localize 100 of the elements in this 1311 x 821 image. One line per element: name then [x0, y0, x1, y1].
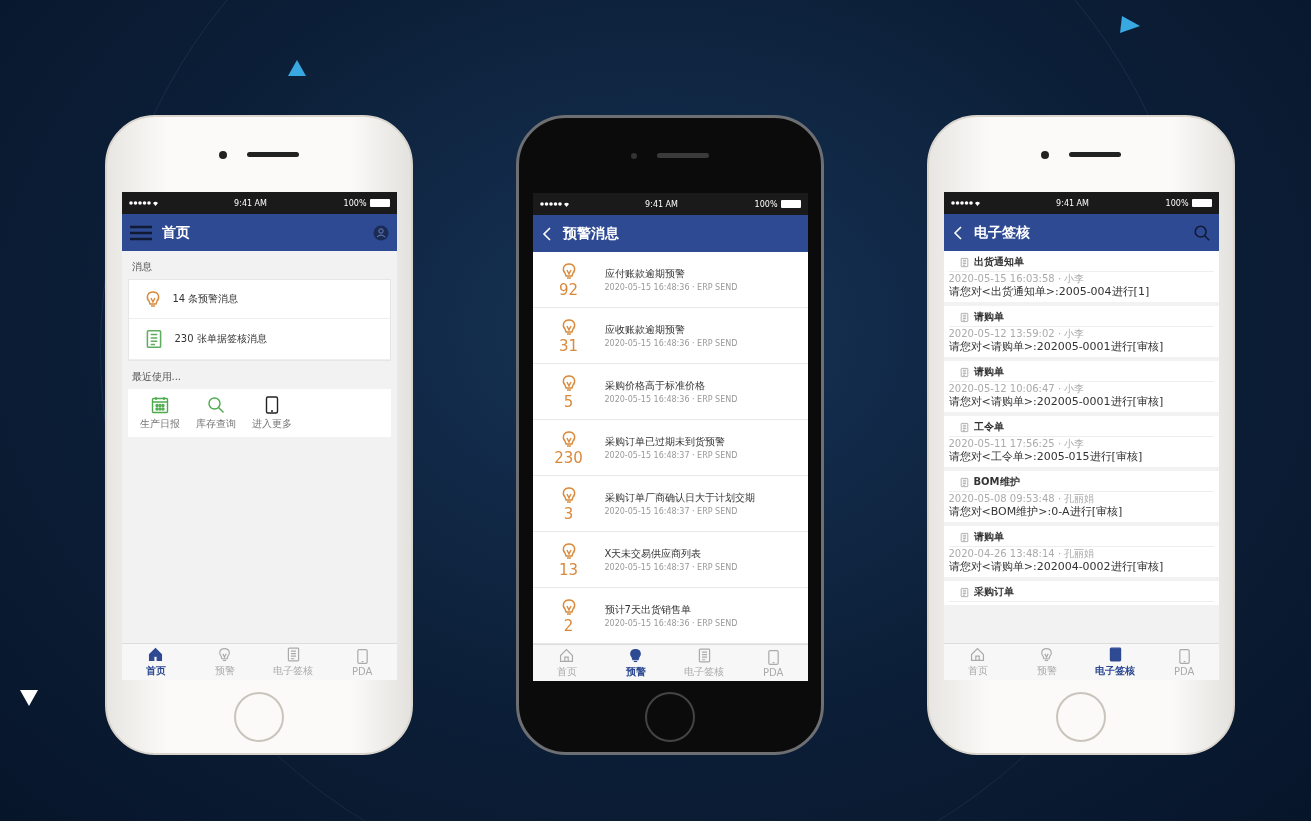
approval-text: 请您对<请购单>:202005-0001进行[审核] [948, 395, 1165, 409]
tab-button[interactable]: 电子签核 [1081, 644, 1150, 680]
approval-text: 请您对<请购单>:202005-0001进行[审核] [948, 340, 1165, 354]
document-icon [958, 311, 970, 323]
battery-percent: 100% [754, 199, 778, 209]
camera-dot [631, 152, 637, 159]
page-title: 电子签核 [973, 223, 1031, 242]
alert-meta: 2020-05-15 16:48:37 · ERP SEND [604, 507, 739, 516]
back-icon[interactable] [951, 224, 964, 241]
alert-count: 3 [563, 504, 574, 523]
alert-meta: 2020-05-15 16:48:36 · ERP SEND [604, 283, 738, 292]
tab-button[interactable]: 首页 [121, 644, 191, 680]
approval-text: 请您对<出货通知单>:2005-004进行[1] [948, 285, 1151, 299]
shortcut-button[interactable]: 库存查询 [195, 395, 236, 431]
document-icon [958, 421, 970, 433]
approval-text: 请您对<工令单>:2005-015进行[审核] [948, 450, 1144, 464]
alert-meta: 2020-05-15 16:48:37 · ERP SEND [604, 451, 738, 460]
alert-title: 采购订单厂商确认日大于计划交期 [604, 491, 755, 505]
camera-dot [1041, 150, 1049, 159]
speaker-slot [657, 153, 709, 158]
approval-card[interactable]: 请购单 2020-04-26 13:48:14 · 孔丽娟 请您对<请购单>:202004-0002进行[审核] [943, 526, 1219, 577]
document-type: 请购单 [973, 310, 1004, 324]
triangle-decoration [1120, 16, 1140, 33]
document-type: 工令单 [973, 420, 1004, 434]
alert-title: 预计7天出货销售单 [604, 603, 692, 617]
alert-title: 采购价格高于标准价格 [604, 379, 706, 393]
alert-row[interactable]: 13 X天未交易供应商列表 2020-05-15 16:48:37 · ERP SEND [532, 532, 808, 588]
alert-count: 92 [558, 280, 579, 299]
signal-icon [127, 199, 158, 207]
status-time: 9:41 AM [234, 198, 267, 208]
document-icon [958, 586, 970, 598]
alert-count: 230 [554, 448, 583, 467]
home-icon [969, 646, 987, 663]
tab-button[interactable]: 预警 [601, 645, 670, 681]
battery-percent: 100% [1165, 198, 1189, 208]
home-icon [558, 647, 576, 664]
approval-card[interactable]: 请购单 2020-05-12 10:06:47 · 小李 请您对<请购单>:202005-0001进行[审核] [943, 361, 1219, 412]
approval-meta: 2020-05-12 10:06:47 · 小李 [948, 383, 1086, 395]
triangle-decoration [288, 60, 306, 76]
approval-meta: 2020-04-26 13:48:14 · 孔丽娟 [948, 548, 1096, 560]
document-icon [958, 256, 970, 268]
alert-title: 采购订单已过期未到货预警 [604, 435, 726, 449]
speaker-slot [1069, 152, 1121, 157]
status-time: 9:41 AM [645, 199, 678, 209]
alert-meta: 2020-05-15 16:48:36 · ERP SEND [604, 339, 738, 348]
battery-percent: 100% [343, 198, 367, 208]
alert-title: 应收账款逾期预警 [604, 323, 686, 337]
approval-card[interactable]: 工令单 2020-05-11 17:56:25 · 小李 请您对<工令单>:2005-015进行[审核] [943, 416, 1219, 467]
signal-icon [538, 200, 569, 208]
battery-icon [781, 200, 802, 208]
signal-icon [949, 199, 980, 207]
alert-count: 31 [558, 336, 579, 355]
alert-title: 应付账款逾期预警 [604, 267, 686, 281]
search-icon[interactable] [1192, 223, 1211, 242]
shortcut-button[interactable]: 生产日报 [139, 395, 180, 431]
alert-title: X天未交易供应商列表 [604, 547, 703, 561]
home-button[interactable] [645, 691, 695, 742]
approval-text: 请您对<请购单>:202004-0002进行[审核] [948, 560, 1165, 574]
alert-meta: 2020-05-15 16:48:36 · ERP SEND [604, 395, 738, 404]
alert-row[interactable]: 31 应收账款逾期预警 2020-05-15 16:48:36 · ERP SEND [532, 308, 808, 364]
user-icon[interactable] [372, 224, 389, 241]
approval-meta: 2020-05-15 16:03:58 · 小李 [948, 273, 1086, 285]
document-type: 采购订单 [973, 585, 1014, 599]
search-icon [205, 395, 226, 415]
approval-meta: 2020-05-11 17:56:25 · 小李 [948, 438, 1086, 450]
shortcut-button[interactable]: 进入更多 [251, 395, 292, 431]
approval-card[interactable]: 采购订单 [943, 581, 1219, 605]
battery-icon [370, 199, 391, 207]
home-icon [147, 646, 165, 663]
approval-card[interactable]: 出货通知单 2020-05-15 16:03:58 · 小李 请您对<出货通知单>:2005-004进行[1] [943, 251, 1219, 302]
alert-row[interactable]: 3 采购订单厂商确认日大于计划交期 2020-05-15 16:48:37 · ERP SEND [532, 476, 808, 532]
alert-count: 13 [558, 560, 579, 579]
approval-meta: 2020-05-12 13:59:02 · 小李 [948, 328, 1086, 340]
document-icon [958, 476, 970, 488]
alert-meta: 2020-05-15 16:48:36 · ERP SEND [604, 619, 738, 628]
document-type: 请购单 [973, 530, 1004, 544]
alert-row[interactable]: 92 应付账款逾期预警 2020-05-15 16:48:36 · ERP SEND [532, 252, 808, 308]
calendar-icon [149, 395, 170, 415]
approval-card[interactable]: 请购单 2020-05-12 13:59:02 · 小李 请您对<请购单>:202005-0001进行[审核] [943, 306, 1219, 357]
menu-icon[interactable] [129, 224, 152, 241]
triangle-decoration [20, 690, 38, 706]
alert-row[interactable]: 5 采购价格高于标准价格 2020-05-15 16:48:36 · ERP SEND [532, 364, 808, 420]
speaker-slot [247, 152, 299, 157]
document-type: BOM维护 [973, 475, 1020, 489]
alert-meta: 2020-05-15 16:48:37 · ERP SEND [604, 563, 738, 572]
alert-row[interactable]: 2 预计7天出货销售单 2020-05-15 16:48:36 · ERP SEND [532, 588, 808, 644]
page-title: 预警消息 [562, 224, 620, 243]
approval-meta: 2020-05-08 09:53:48 · 孔丽娟 [948, 493, 1096, 505]
camera-dot [219, 150, 227, 159]
status-time: 9:41 AM [1056, 198, 1089, 208]
document-icon [958, 531, 970, 543]
approval-text: 请您对<BOM维护>:0-A进行[审核] [948, 505, 1124, 519]
battery-icon [1192, 199, 1213, 207]
document-type: 请购单 [973, 365, 1004, 379]
approval-card[interactable]: BOM维护 2020-05-08 09:53:48 · 孔丽娟 请您对<BOM维护>:0-A进行[审核] [943, 471, 1219, 522]
back-icon[interactable] [540, 225, 553, 242]
alert-row[interactable]: 230 采购订单已过期未到货预警 2020-05-15 16:48:37 · ERP SEND [532, 420, 808, 476]
page-title: 首页 [161, 223, 191, 242]
document-icon [958, 366, 970, 378]
alert-count: 2 [563, 616, 574, 635]
